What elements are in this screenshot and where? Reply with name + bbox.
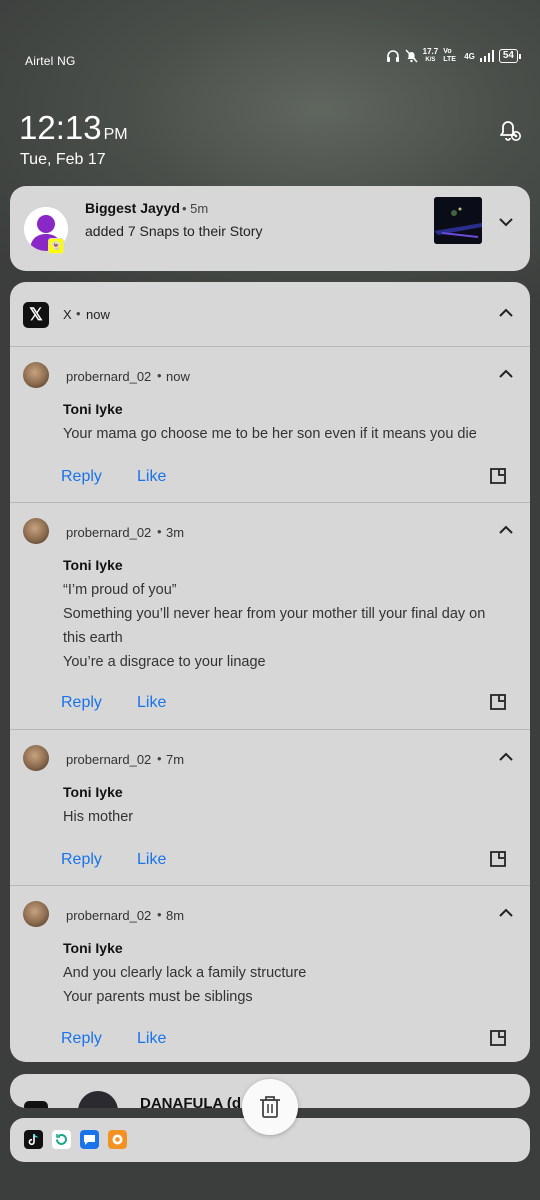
notification-settings-icon[interactable] xyxy=(497,116,523,144)
sender-handle: probernard_02 xyxy=(66,369,152,384)
headphones-icon xyxy=(386,50,399,62)
separator-dot: • xyxy=(157,751,162,766)
signal-icon xyxy=(479,50,494,62)
snapchat-badge-icon: 👻 xyxy=(48,238,64,254)
mute-bell-icon xyxy=(405,49,418,63)
status-icons: 17.7 K/S Vo LTE 4G 54 xyxy=(386,48,522,64)
sender-handle: probernard_02 xyxy=(66,525,152,540)
reply-button[interactable]: Reply xyxy=(61,694,102,712)
message-time: 7m xyxy=(166,752,185,767)
clock-ampm: PM xyxy=(103,126,128,143)
clock-time: 12:13 xyxy=(19,109,102,146)
message-line: this earth xyxy=(63,630,123,646)
x-app-icon: 𝕏 xyxy=(23,302,49,328)
user-avatar xyxy=(78,1091,118,1108)
snap-message: added 7 Snaps to their Story xyxy=(85,223,263,239)
message-time: 8m xyxy=(166,908,185,923)
sender-name: DANAFULA (d xyxy=(140,1095,242,1108)
network-speed: 17.7 K/S xyxy=(423,48,439,64)
volte-indicator: Vo LTE xyxy=(443,48,456,63)
user-avatar xyxy=(23,745,49,771)
story-thumbnail xyxy=(434,197,482,244)
x-message-notification[interactable]: probernard_02 • now Toni Iyke Your mama … xyxy=(10,347,530,503)
chevron-up-icon[interactable] xyxy=(496,364,516,384)
trash-icon xyxy=(260,1096,280,1118)
clear-all-button[interactable] xyxy=(242,1079,298,1135)
carrier-name: Airtel NG xyxy=(25,54,76,68)
chevron-up-icon[interactable] xyxy=(496,303,516,323)
x-message-notification[interactable]: probernard_02 • 7m Toni Iyke His mother … xyxy=(10,730,530,886)
reply-button[interactable]: Reply xyxy=(61,1030,102,1048)
x-group-header[interactable]: 𝕏 X • now xyxy=(10,282,530,347)
like-button[interactable]: Like xyxy=(137,694,166,712)
x-message-notification[interactable]: probernard_02 • 8m Toni Iyke And you cle… xyxy=(10,886,530,1062)
reply-button[interactable]: Reply xyxy=(61,468,102,486)
refresh-app-icon xyxy=(52,1130,71,1149)
x-message-notification[interactable]: probernard_02 • 3m Toni Iyke “I’m proud … xyxy=(10,503,530,730)
lockscreen-clock: 12:13 PM xyxy=(19,109,128,147)
message-line: You’re a disgrace to your linage xyxy=(63,654,266,670)
separator-dot: • xyxy=(157,368,162,383)
net-speed-value: 17.7 xyxy=(422,47,439,56)
open-in-app-icon[interactable] xyxy=(488,1028,508,1048)
x-notification-group[interactable]: 𝕏 X • now probernard_02 • now Toni Iyke … xyxy=(10,282,530,1062)
sender-name: Toni Iyke xyxy=(63,940,123,956)
user-avatar xyxy=(23,901,49,927)
sender-name: Toni Iyke xyxy=(63,401,123,417)
open-in-app-icon[interactable] xyxy=(488,466,508,486)
snapchat-notification[interactable]: Biggest Jayyd • 5m added 7 Snaps to thei… xyxy=(10,186,530,271)
message-line: And you clearly lack a family structure xyxy=(63,965,307,981)
x-group-time: now xyxy=(86,307,110,322)
messages-icon xyxy=(80,1130,99,1149)
like-button[interactable]: Like xyxy=(137,1030,166,1048)
user-avatar xyxy=(23,518,49,544)
tiktok-app-icon xyxy=(24,1101,48,1108)
message-time: 3m xyxy=(166,525,185,540)
open-in-app-icon[interactable] xyxy=(488,692,508,712)
message-time: now xyxy=(166,369,190,384)
chevron-up-icon[interactable] xyxy=(496,903,516,923)
x-app-name: X xyxy=(63,307,72,322)
message-line: Something you’ll never hear from your mo… xyxy=(63,606,486,622)
status-bar: Airtel NG 17.7 K/S Vo LTE 4G 54 xyxy=(0,44,540,76)
separator-dot: • xyxy=(157,907,162,922)
user-avatar xyxy=(23,362,49,388)
open-in-app-icon[interactable] xyxy=(488,849,508,869)
separator-dot: • xyxy=(76,306,81,321)
sender-name: Toni Iyke xyxy=(63,784,123,800)
sender-handle: probernard_02 xyxy=(66,752,152,767)
reply-button[interactable]: Reply xyxy=(61,851,102,869)
sender-name: Toni Iyke xyxy=(63,557,123,573)
message-line: His mother xyxy=(63,809,134,825)
orange-app-icon xyxy=(108,1130,127,1149)
net-speed-unit: K/S xyxy=(425,57,436,63)
chevron-up-icon[interactable] xyxy=(496,520,516,540)
chevron-down-icon[interactable] xyxy=(496,212,516,232)
snap-time: • 5m xyxy=(182,201,209,216)
chevron-up-icon[interactable] xyxy=(496,747,516,767)
separator-dot: • xyxy=(157,524,162,539)
sender-handle: probernard_02 xyxy=(66,908,152,923)
battery-icon: 54 xyxy=(498,49,522,63)
tiktok-icon xyxy=(24,1130,43,1149)
lockscreen-date: Tue, Feb 17 xyxy=(20,151,106,168)
network-type: 4G xyxy=(464,51,475,61)
message-line: Your parents must be siblings xyxy=(63,989,253,1005)
message-line: “I’m proud of you” xyxy=(63,582,177,598)
like-button[interactable]: Like xyxy=(137,851,166,869)
like-button[interactable]: Like xyxy=(137,468,166,486)
message-line: Your mama go choose me to be her son eve… xyxy=(63,426,477,442)
snap-sender-name: Biggest Jayyd xyxy=(85,200,180,216)
